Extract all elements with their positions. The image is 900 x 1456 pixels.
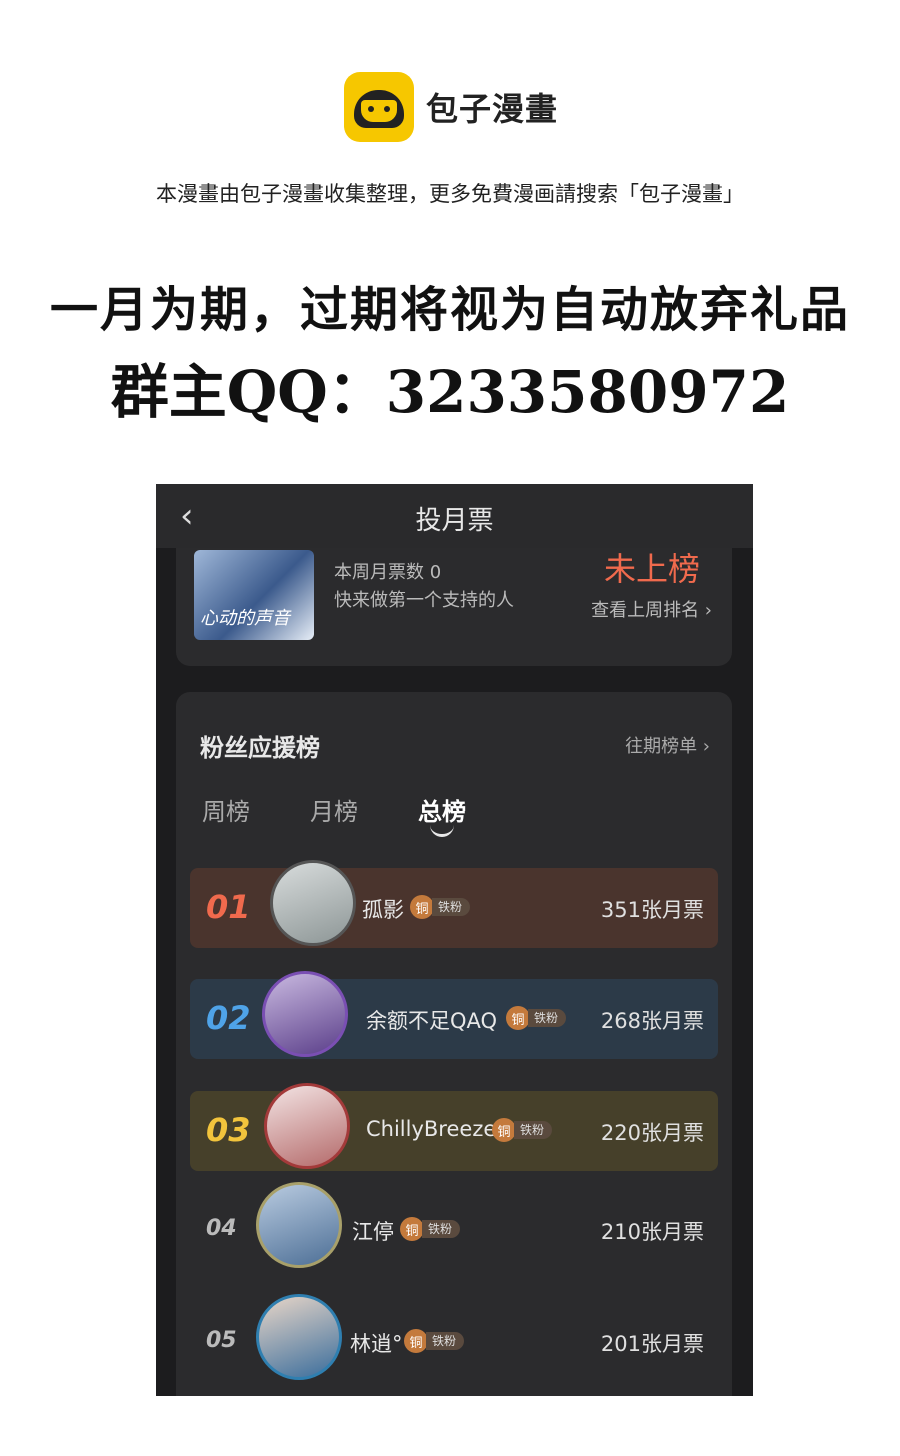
fan-badge: 铜 铁粉: [400, 1217, 461, 1241]
notice-text: 本漫畫由包子漫畫收集整理，更多免費漫画請搜索「包子漫畫」: [156, 182, 744, 206]
top-bar: ‹ 投月票: [156, 484, 753, 548]
be-first-hint: 快来做第一个支持的人: [334, 590, 514, 611]
avatar[interactable]: [256, 1182, 342, 1268]
bun-logo-icon: [344, 72, 414, 142]
phone-screen: ‹ 投月票 心动的声音 本周月票数 0 快来做第一个支持的人 未上榜 查看上周排…: [156, 484, 753, 1396]
brand-name: 包子漫畫: [426, 90, 559, 128]
ranking-row[interactable]: 04 江停 铜 铁粉 210张月票: [190, 1182, 718, 1270]
cover-title: 心动的声音: [200, 608, 290, 629]
fan-badge: 铜 铁粉: [410, 895, 471, 919]
tab-indicator: [430, 824, 454, 837]
tab-weekly[interactable]: 周榜: [202, 792, 250, 827]
bronze-medal-icon: 铜: [400, 1217, 424, 1241]
history-board-link[interactable]: 往期榜单 ›: [625, 732, 710, 758]
fan-name: 孤影: [362, 898, 404, 922]
ranking-row[interactable]: 05 林逍° 铜 铁粉 201张月票: [190, 1294, 718, 1382]
ranking-row[interactable]: 01 孤影 铜 铁粉 351张月票: [190, 860, 718, 948]
vote-count: 268张月票: [600, 1009, 704, 1033]
brand-header: 包子漫畫: [344, 72, 558, 142]
fan-level-label: 铁粉: [422, 1220, 461, 1238]
fan-name: 江停: [352, 1220, 394, 1244]
vote-count: 220张月票: [600, 1121, 704, 1145]
bronze-medal-icon: 铜: [404, 1329, 428, 1353]
bronze-medal-icon: 铜: [506, 1006, 530, 1030]
bronze-medal-icon: 铜: [410, 895, 434, 919]
fan-level-label: 铁粉: [432, 898, 471, 916]
fan-badge: 铜 铁粉: [404, 1329, 465, 1353]
fan-level-label: 铁粉: [528, 1009, 567, 1027]
fan-level-label: 铁粉: [514, 1121, 553, 1139]
fan-board-card: 粉丝应援榜 往期榜单 › 周榜 月榜 总榜 01 孤影 铜 铁粉 351张月票 …: [176, 692, 732, 1396]
vote-count: 351张月票: [600, 898, 704, 922]
avatar[interactable]: [262, 971, 348, 1057]
tab-monthly[interactable]: 月榜: [310, 792, 358, 827]
fan-badge: 铜 铁粉: [492, 1118, 553, 1142]
fan-badge: 铜 铁粉: [506, 1006, 567, 1030]
vote-count: 201张月票: [600, 1332, 704, 1356]
rank-number: 02: [206, 999, 251, 1037]
rank-number: 01: [206, 888, 251, 926]
fan-level-label: 铁粉: [426, 1332, 465, 1350]
promo-line-2: 群主QQ：3233580972: [110, 358, 790, 426]
ranking-row[interactable]: 02 余额不足QAQ 铜 铁粉 268张月票: [190, 971, 718, 1059]
week-votes-count: 本周月票数 0: [334, 562, 442, 583]
avatar[interactable]: [270, 860, 356, 946]
avatar[interactable]: [256, 1294, 342, 1380]
rank-number: 04: [206, 1216, 237, 1241]
bronze-medal-icon: 铜: [492, 1118, 516, 1142]
comic-vote-card: 心动的声音 本周月票数 0 快来做第一个支持的人 未上榜 查看上周排名 ›: [176, 548, 732, 666]
fan-name: 林逍°: [350, 1332, 403, 1356]
comic-cover[interactable]: 心动的声音: [194, 550, 314, 640]
page-title: 投月票: [415, 506, 494, 536]
promo-line-1: 一月为期，过期将视为自动放弃礼品: [49, 282, 850, 338]
ranking-row[interactable]: 03 ChillyBreeze 铜 铁粉 220张月票: [190, 1083, 718, 1171]
rank-number: 03: [206, 1111, 251, 1149]
tab-total[interactable]: 总榜: [418, 792, 466, 827]
rank-number: 05: [206, 1328, 237, 1353]
avatar[interactable]: [264, 1083, 350, 1169]
vote-count: 210张月票: [600, 1220, 704, 1244]
last-week-rank-link[interactable]: 查看上周排名 ›: [591, 596, 712, 622]
fan-name: 余额不足QAQ: [366, 1009, 498, 1033]
fan-board-title: 粉丝应援榜: [200, 734, 320, 762]
rank-status: 未上榜: [603, 550, 700, 588]
fan-name: ChillyBreeze: [366, 1117, 497, 1141]
